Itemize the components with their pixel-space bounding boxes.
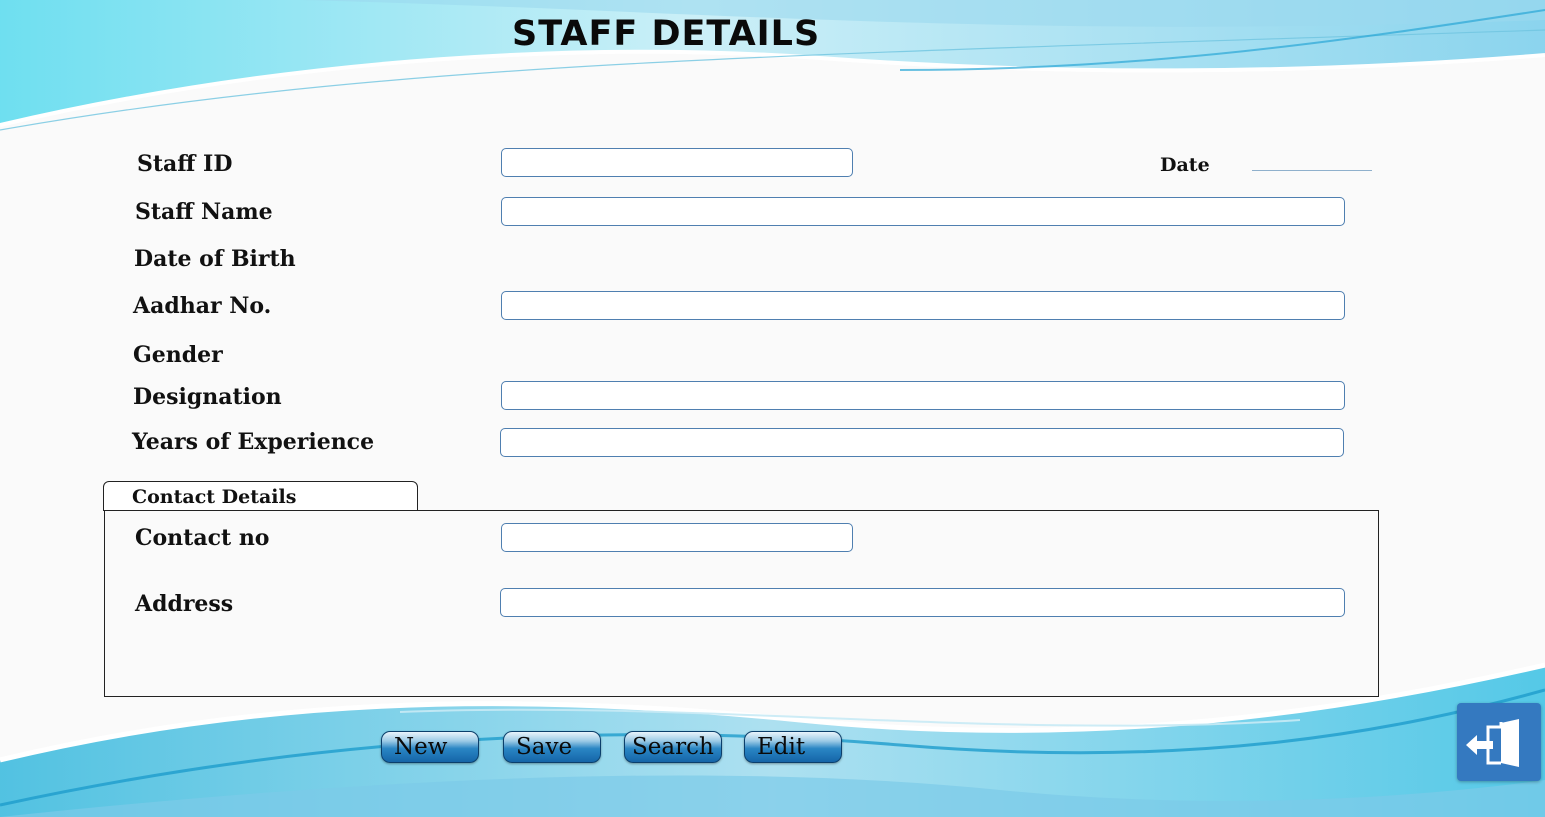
date-of-birth-label: Date of Birth	[134, 246, 296, 272]
contact-details-tab: Contact Details	[103, 481, 418, 511]
date-label: Date	[1160, 154, 1210, 176]
staff-name-field[interactable]	[501, 197, 1345, 226]
staff-id-field[interactable]	[501, 148, 853, 177]
contact-details-title: Contact Details	[132, 486, 297, 508]
gender-label: Gender	[133, 342, 223, 368]
exit-door-icon	[1466, 719, 1519, 767]
search-button[interactable]: Search	[624, 731, 722, 763]
contact-no-label: Contact no	[135, 525, 270, 551]
page-title: STAFF DETAILS	[512, 14, 821, 54]
designation-field[interactable]	[501, 381, 1345, 410]
aadhar-no-label: Aadhar No.	[133, 293, 272, 319]
staff-name-label: Staff Name	[135, 199, 273, 225]
save-button[interactable]: Save	[503, 731, 601, 763]
years-of-experience-field[interactable]	[500, 428, 1344, 457]
address-label: Address	[135, 591, 234, 617]
date-field[interactable]	[1252, 170, 1372, 171]
exit-button[interactable]	[1457, 703, 1541, 781]
aadhar-no-field[interactable]	[501, 291, 1345, 320]
address-field[interactable]	[500, 588, 1345, 617]
new-button[interactable]: New	[381, 731, 479, 763]
contact-no-field[interactable]	[501, 523, 853, 552]
years-of-experience-label: Years of Experience	[132, 429, 375, 455]
designation-label: Designation	[133, 384, 282, 410]
edit-button[interactable]: Edit	[744, 731, 842, 763]
staff-id-label: Staff ID	[137, 151, 233, 177]
